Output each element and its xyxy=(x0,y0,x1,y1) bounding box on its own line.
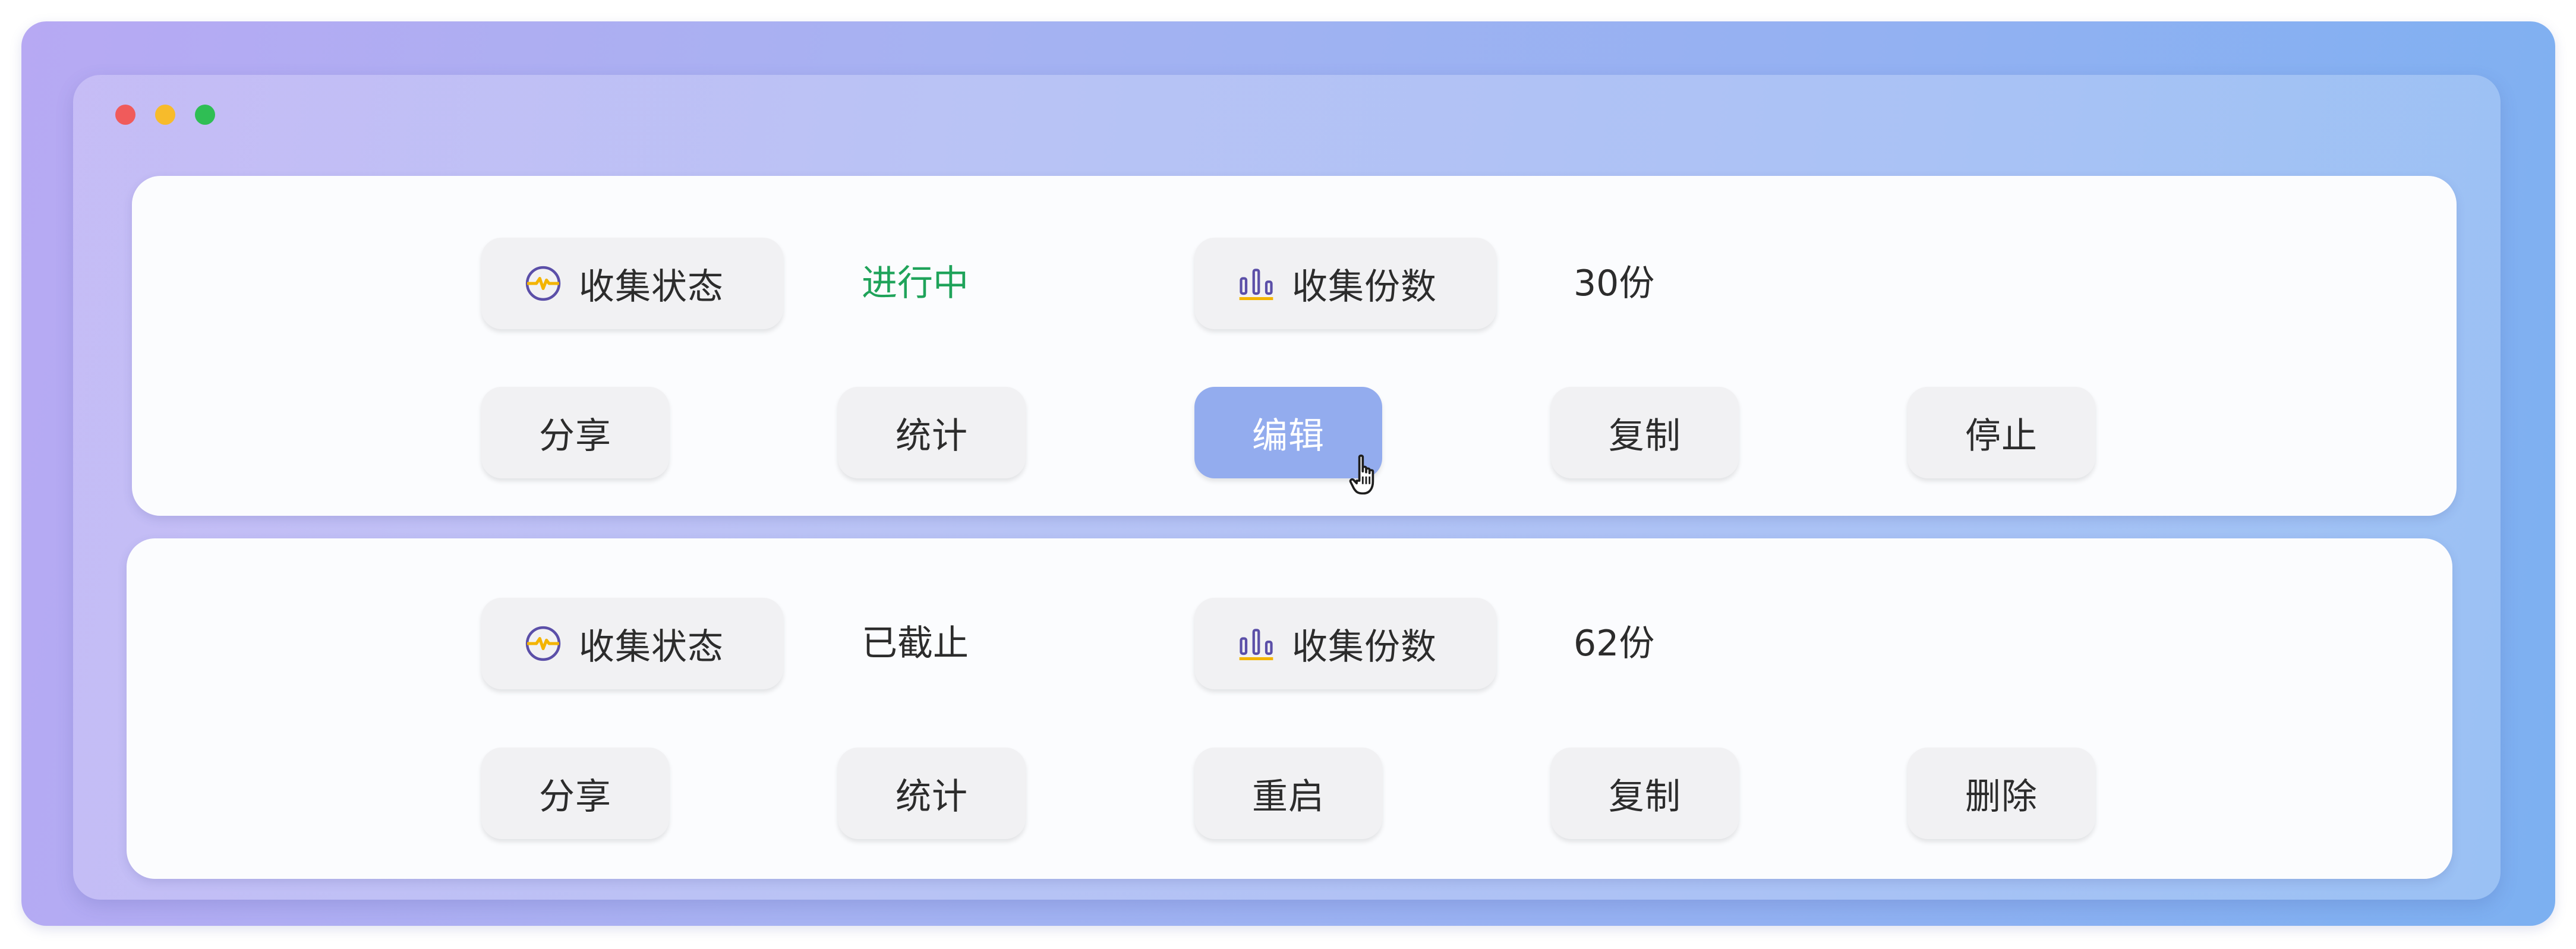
copy-button[interactable]: 复制 xyxy=(1551,748,1739,839)
count-value: 30份 xyxy=(1574,263,1655,304)
count-chip-2: 收集份数 xyxy=(1194,598,1496,689)
stats-button[interactable]: 统计 xyxy=(838,387,1026,478)
count-value: 62份 xyxy=(1574,623,1655,664)
window-close-dot[interactable] xyxy=(115,105,135,125)
status-value: 已截止 xyxy=(862,623,969,664)
stats-button[interactable]: 统计 xyxy=(838,748,1026,839)
delete-button[interactable]: 删除 xyxy=(1907,748,2095,839)
share-button[interactable]: 分享 xyxy=(481,387,669,478)
restart-button[interactable]: 重启 xyxy=(1194,748,1382,839)
count-label: 收集份数 xyxy=(1292,626,1437,668)
stop-button[interactable]: 停止 xyxy=(1907,387,2095,478)
bar-chart-icon xyxy=(1239,269,1273,301)
window-minimize-dot[interactable] xyxy=(155,105,175,125)
copy-button[interactable]: 复制 xyxy=(1551,387,1739,478)
activity-icon xyxy=(525,266,561,301)
status-label: 收集状态 xyxy=(579,626,724,668)
status-chip-1: 收集状态 xyxy=(481,238,783,329)
bar-chart-icon xyxy=(1239,629,1273,661)
hand-cursor-icon xyxy=(1349,454,1374,495)
status-chip-2: 收集状态 xyxy=(481,598,783,689)
status-label: 收集状态 xyxy=(579,266,724,308)
count-chip-1: 收集份数 xyxy=(1194,238,1496,329)
activity-icon xyxy=(525,626,561,661)
status-value: 进行中 xyxy=(862,263,969,304)
window-zoom-dot[interactable] xyxy=(195,105,215,125)
count-label: 收集份数 xyxy=(1292,266,1437,308)
share-button[interactable]: 分享 xyxy=(481,748,669,839)
